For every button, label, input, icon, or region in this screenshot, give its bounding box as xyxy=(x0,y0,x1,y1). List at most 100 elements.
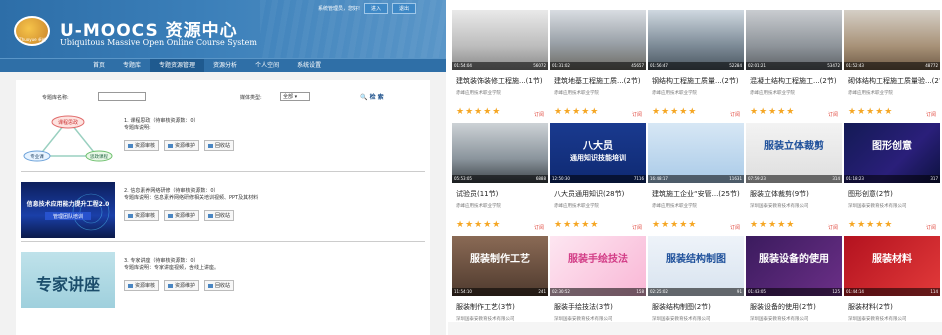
course-card[interactable]: 图形创意 01:18:23 317 图形创意(2节) 深圳国泰安教育技术有限公司 ★★★★… xyxy=(844,123,940,238)
course-thumbnail[interactable]: 服装立体裁剪 07:59:23 314 xyxy=(746,123,842,183)
video-meta-bar: 02:30:52 158 xyxy=(550,288,646,296)
subscribe-link[interactable]: 订阅 xyxy=(534,111,544,118)
review-button[interactable]: 资源审核 xyxy=(124,280,160,291)
course-card[interactable]: 16:48:17 11631 建筑施工企业“安管...(25节) 赤峰应用技术职业学院… xyxy=(648,123,744,238)
course-title[interactable]: 服装设备的使用(2节) xyxy=(750,302,842,312)
duration-text: 01:52:43 xyxy=(846,63,864,68)
media-type-select[interactable]: 全部 ▾ xyxy=(280,92,310,101)
recycle-button[interactable]: 回收站 xyxy=(204,210,235,221)
course-thumbnail[interactable]: 服装制作工艺 11:54:10 241 xyxy=(452,236,548,296)
video-meta-bar: 01:56:47 52284 xyxy=(648,62,744,70)
maintain-button[interactable]: 资源维护 xyxy=(164,280,200,291)
subscribe-link[interactable]: 订阅 xyxy=(730,224,740,231)
view-count: 56072 xyxy=(533,63,546,68)
course-title[interactable]: 服装手绘技法(3节) xyxy=(554,302,646,312)
subscribe-link[interactable]: 订阅 xyxy=(926,111,936,118)
thumbnail-text: 图形创意 xyxy=(872,141,912,152)
review-button[interactable]: 资源审核 xyxy=(124,210,160,221)
view-count: 241 xyxy=(538,289,546,294)
subscribe-link[interactable]: 订阅 xyxy=(632,111,642,118)
course-card[interactable]: 服装材料01:44:14114服装材料(2节)深圳国泰安教育技术有限公司★★★★… xyxy=(844,236,940,335)
nav-item[interactable]: 首页 xyxy=(84,59,114,72)
course-title[interactable]: 图形创意(2节) xyxy=(848,189,940,199)
course-card[interactable]: 01:31:02 45657 建筑地基工程施工质...(2节) 赤峰应用技术职业学院 ★… xyxy=(550,10,646,125)
course-title[interactable]: 建筑装饰装修工程施...(1节) xyxy=(456,76,548,86)
course-thumbnail[interactable]: 01:54:04 56072 xyxy=(452,10,548,70)
course-thumbnail[interactable]: 16:48:17 11631 xyxy=(648,123,744,183)
course-card[interactable]: 01:56:47 52284 钢结构工程施工质量...(2节) 赤峰应用技术职业学院 ★… xyxy=(648,10,744,125)
search-button[interactable]: 🔍 检 索 xyxy=(360,92,384,101)
result-item: 信息技术应用能力提升工程2.0 管理团队培训 2. 信息素养网络研修（待审核资源… xyxy=(21,182,425,242)
subscribe-link[interactable]: 订阅 xyxy=(828,224,838,231)
course-thumbnail[interactable]: 01:31:02 45657 xyxy=(550,10,646,70)
course-thumbnail[interactable]: 01:56:47 52284 xyxy=(648,10,744,70)
view-count: 11631 xyxy=(729,176,742,181)
rating-stars: ★★★★★ xyxy=(750,220,796,230)
course-card[interactable]: 01:52:43 48772 砌体结构工程施工质量验...(2节) 赤峰应用技术职业学… xyxy=(844,10,940,125)
enter-button[interactable]: 进入 xyxy=(363,3,388,14)
subscribe-link[interactable]: 订阅 xyxy=(828,111,838,118)
video-meta-bar: 01:44:14 114 xyxy=(844,288,940,296)
rating-stars: ★★★★★ xyxy=(456,220,502,230)
nav-item[interactable]: 专题资源管理 xyxy=(150,59,205,72)
course-thumbnail[interactable]: 服装结构制图 02:25:02 91 xyxy=(648,236,744,296)
course-title[interactable]: 混凝土结构工程施工...(2节) xyxy=(750,76,842,86)
nav-item[interactable]: 系统设置 xyxy=(288,59,330,72)
view-count: 6888 xyxy=(535,176,546,181)
site-banner: Zhuoyue 卓越 U-MOOCS 资源中心 Ubiquitous Massi… xyxy=(0,0,446,58)
course-thumbnail[interactable]: 服装手绘技法 02:30:52 158 xyxy=(550,236,646,296)
subscribe-link[interactable]: 订阅 xyxy=(730,111,740,118)
course-title[interactable]: 服装制作工艺(3节) xyxy=(456,302,548,312)
course-card[interactable]: 05:53:05 6888 试验员(11节) 赤峰应用技术职业学院 ★★★★★ 订阅 xyxy=(452,123,548,238)
course-title[interactable]: 服装材料(2节) xyxy=(848,302,940,312)
duration-text: 07:59:23 xyxy=(748,176,766,181)
course-title[interactable]: 钢结构工程施工质量...(2节) xyxy=(652,76,744,86)
course-org: 赤峰应用技术职业学院 xyxy=(554,91,599,96)
course-title[interactable]: 砌体结构工程施工质量验...(2节) xyxy=(848,76,940,86)
subscribe-link[interactable]: 订阅 xyxy=(632,224,642,231)
course-title[interactable]: 服装结构制图(2节) xyxy=(652,302,744,312)
video-meta-bar: 01:52:43 48772 xyxy=(844,62,940,70)
nav-item[interactable]: 资源分析 xyxy=(204,59,246,72)
course-card[interactable]: 服装立体裁剪 07:59:23 314 服装立体裁剪(9节) 深圳国泰安教育技术有限公司… xyxy=(746,123,842,238)
result-title[interactable]: 3. 专家讲座（待审核资源数：0） xyxy=(124,258,219,265)
course-title[interactable]: 试验员(11节) xyxy=(456,189,548,199)
view-count: 158 xyxy=(636,289,644,294)
nav-item[interactable]: 个人空间 xyxy=(246,59,288,72)
result-title[interactable]: 2. 信息素养网络研修（待审核资源数：0） xyxy=(124,188,258,195)
course-card[interactable]: 服装结构制图02:25:0291服装结构制图(2节)深圳国泰安教育技术有限公司★… xyxy=(648,236,744,335)
maintain-button[interactable]: 资源维护 xyxy=(164,140,200,151)
course-thumbnail[interactable]: 05:53:05 6888 xyxy=(452,123,548,183)
result-title[interactable]: 1. 课程思政（待审核资源数：0） xyxy=(124,118,199,125)
course-card[interactable]: 服装手绘技法 02:30:52 158 服装手绘技法(3节) 深圳国泰安教育技术有限公司… xyxy=(550,236,646,335)
subscribe-link[interactable]: 订阅 xyxy=(534,224,544,231)
course-thumbnail[interactable]: 服装设备的使用 01:43:05 125 xyxy=(746,236,842,296)
subscribe-link[interactable]: 订阅 xyxy=(926,224,936,231)
course-title[interactable]: 建筑施工企业“安管...(25节) xyxy=(652,189,744,199)
media-type-value: 全部 xyxy=(283,94,294,100)
course-card[interactable]: 02:01:21 53472 混凝土结构工程施工...(2节) 赤峰应用技术职业学院 ★… xyxy=(746,10,842,125)
course-title[interactable]: 服装立体裁剪(9节) xyxy=(750,189,842,199)
course-card[interactable]: 八大员 通用知识技能培训 12:50:30 7116 八大员通用知识(28节) 赤峰应用技… xyxy=(550,123,646,238)
maintain-icon xyxy=(168,143,174,148)
review-icon xyxy=(128,213,133,218)
recycle-button[interactable]: 回收站 xyxy=(204,280,235,291)
nav-item[interactable]: 专题库 xyxy=(114,59,150,72)
course-card[interactable]: 服装设备的使用 01:43:05 125 服装设备的使用(2节) 深圳国泰安教育技术有限… xyxy=(746,236,842,335)
course-thumbnail[interactable]: 图形创意 01:18:23 317 xyxy=(844,123,940,183)
logout-button[interactable]: 退出 xyxy=(391,3,416,14)
course-card[interactable]: 01:54:04 56072 建筑装饰装修工程施...(1节) 赤峰应用技术职业学院 ★… xyxy=(452,10,548,125)
course-thumbnail[interactable]: 01:52:43 48772 xyxy=(844,10,940,70)
result-actions: 资源审核 资源维护 回收站 xyxy=(124,280,235,291)
course-thumbnail[interactable]: 八大员 通用知识技能培训 12:50:30 7116 xyxy=(550,123,646,183)
topic-name-input[interactable] xyxy=(98,92,146,101)
course-thumbnail[interactable]: 服装材料 01:44:14 114 xyxy=(844,236,940,296)
recycle-button[interactable]: 回收站 xyxy=(204,140,235,151)
course-title[interactable]: 建筑地基工程施工质...(2节) xyxy=(554,76,646,86)
course-thumbnail[interactable]: 02:01:21 53472 xyxy=(746,10,842,70)
course-card[interactable]: 服装制作工艺 11:54:10 241 服装制作工艺(3节) 深圳国泰安教育技术有限公司… xyxy=(452,236,548,335)
maintain-button[interactable]: 资源维护 xyxy=(164,210,200,221)
video-meta-bar: 01:18:23 317 xyxy=(844,175,940,183)
course-title[interactable]: 八大员通用知识(28节) xyxy=(554,189,646,199)
review-button[interactable]: 资源审核 xyxy=(124,140,160,151)
